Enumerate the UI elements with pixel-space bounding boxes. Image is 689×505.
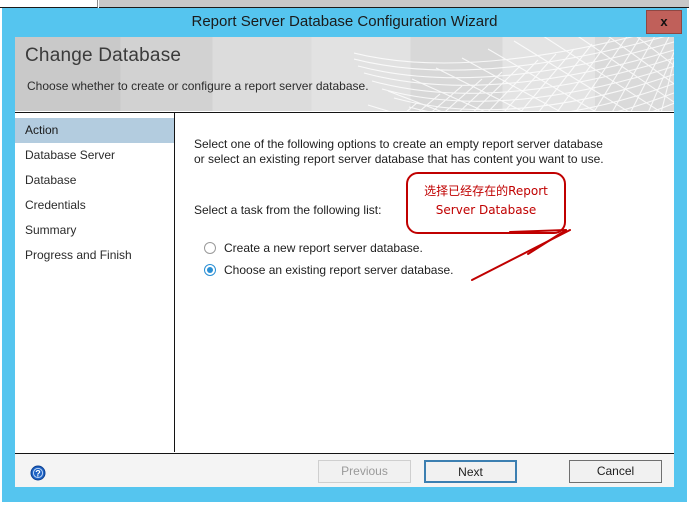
dialog-body: Change Database Choose whether to create…	[14, 36, 675, 488]
radio-choose-existing-database[interactable]: Choose an existing report server databas…	[204, 259, 453, 281]
sidebar-item-database[interactable]: Database	[15, 168, 174, 193]
radio-label-choose-existing: Choose an existing report server databas…	[224, 263, 454, 277]
window-title: Report Server Database Configuration Wiz…	[191, 13, 498, 30]
radio-unselected-icon[interactable]	[204, 242, 216, 254]
mesh-decoration-icon	[354, 37, 674, 111]
sidebar-item-action[interactable]: Action	[15, 118, 174, 143]
sidebar-item-credentials[interactable]: Credentials	[15, 193, 174, 218]
annotation-callout: 选择已经存在的Report Server Database	[406, 172, 566, 234]
wizard-footer: ? Previous Next Cancel	[15, 453, 674, 487]
wizard-sidebar: Action Database Server Database Credenti…	[15, 113, 175, 452]
page-title: Change Database	[25, 45, 182, 66]
title-bar: Report Server Database Configuration Wiz…	[2, 8, 687, 36]
background-window-left	[0, 0, 98, 8]
annotation-line-2: Server Database	[435, 203, 537, 217]
task-list-label: Select a task from the following list:	[194, 203, 382, 217]
wizard-window: Report Server Database Configuration Wiz…	[2, 8, 687, 502]
wizard-content: Select one of the following options to c…	[176, 113, 674, 452]
sidebar-item-database-server[interactable]: Database Server	[15, 143, 174, 168]
next-button[interactable]: Next	[424, 460, 517, 483]
close-icon[interactable]: x	[646, 10, 682, 34]
wizard-banner: Change Database Choose whether to create…	[15, 37, 674, 111]
page-subtitle: Choose whether to create or configure a …	[27, 79, 369, 93]
screen: Report Server Database Configuration Wiz…	[0, 0, 689, 505]
sidebar-item-summary[interactable]: Summary	[15, 218, 174, 243]
radio-selected-icon[interactable]	[204, 264, 216, 276]
sidebar-item-progress-and-finish[interactable]: Progress and Finish	[15, 243, 174, 268]
help-circle-icon[interactable]: ?	[30, 465, 46, 481]
background-window-right	[99, 0, 689, 8]
annotation-text: 选择已经存在的Report Server Database	[408, 182, 564, 220]
previous-button[interactable]: Previous	[318, 460, 411, 483]
intro-text: Select one of the following options to c…	[194, 137, 604, 166]
svg-text:?: ?	[35, 469, 41, 479]
task-radio-group: Create a new report server database. Cho…	[204, 237, 453, 281]
radio-create-new-database[interactable]: Create a new report server database.	[204, 237, 453, 259]
wizard-main: Action Database Server Database Credenti…	[15, 112, 674, 452]
cancel-button[interactable]: Cancel	[569, 460, 662, 483]
annotation-line-1: 选择已经存在的Report	[424, 184, 548, 198]
radio-label-create-new: Create a new report server database.	[224, 241, 423, 255]
